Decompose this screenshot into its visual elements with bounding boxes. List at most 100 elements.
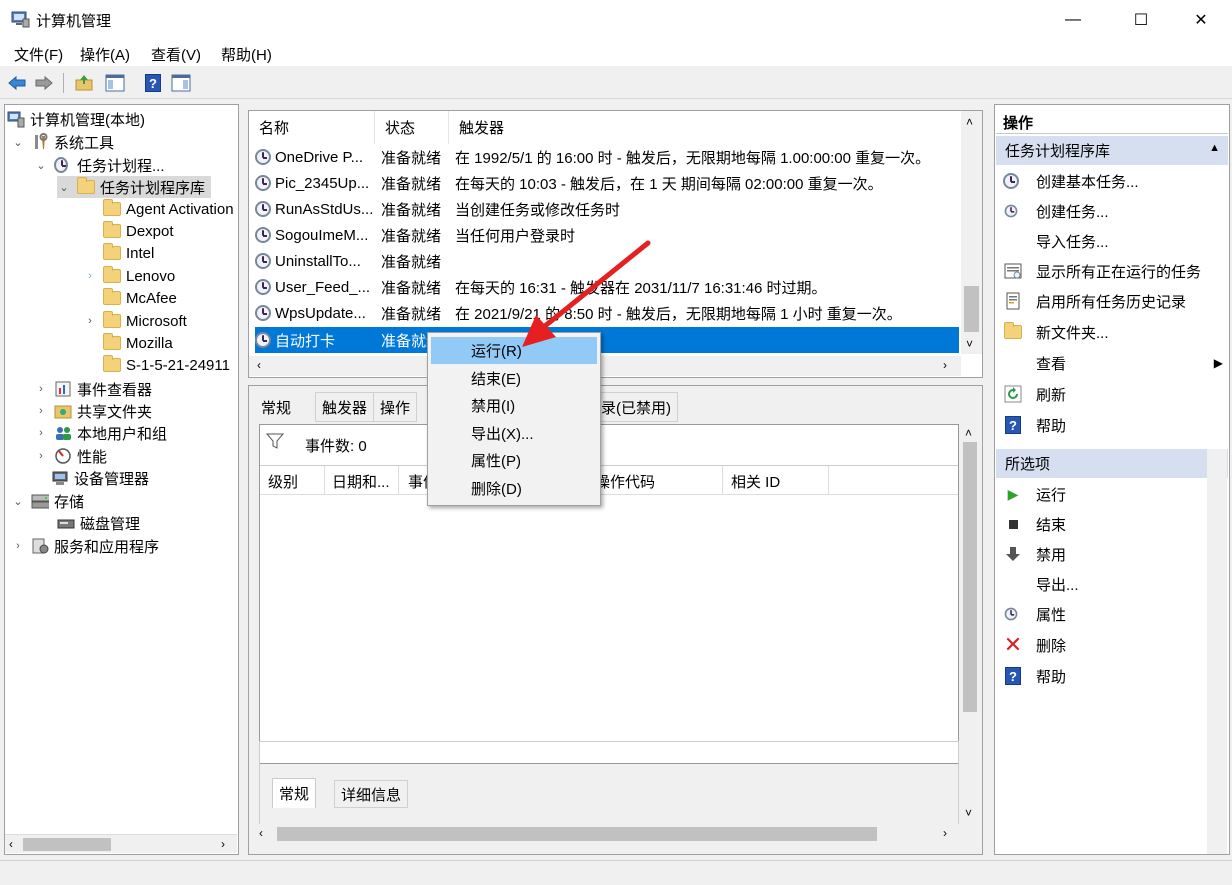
tree-item-services-apps[interactable]: › 服务和应用程序: [11, 535, 159, 557]
scroll-left-icon[interactable]: ‹: [259, 826, 263, 840]
tree-item-task-library[interactable]: ⌄ 任务计划程序库: [57, 176, 212, 198]
detail-vertical-scrollbar[interactable]: ˄ ˅: [959, 424, 981, 824]
context-menu-export[interactable]: 导出(X)...: [431, 420, 597, 447]
action-view[interactable]: 查看 ▶: [1003, 349, 1223, 377]
chevron-right-icon[interactable]: ›: [34, 405, 48, 417]
tree-item-device-manager[interactable]: 设备管理器: [51, 467, 149, 489]
chevron-right-icon[interactable]: ›: [83, 315, 97, 327]
maximize-button[interactable]: ☐: [1118, 0, 1164, 40]
chevron-down-icon[interactable]: ⌄: [34, 159, 48, 172]
menu-file[interactable]: 文件(F): [14, 44, 63, 65]
action-help[interactable]: ? 帮助: [1003, 411, 1066, 439]
tree-item-root[interactable]: 计算机管理(本地): [7, 108, 145, 130]
chevron-right-icon[interactable]: ›: [34, 427, 48, 439]
action-properties[interactable]: 属性: [1003, 600, 1066, 628]
column-header-status[interactable]: 状态: [375, 111, 449, 144]
menu-view[interactable]: 查看(V): [151, 44, 201, 65]
action-show-running-tasks[interactable]: 显示所有正在运行的任务: [1003, 257, 1201, 285]
chevron-down-icon[interactable]: ⌄: [11, 495, 25, 508]
action-group-task-library[interactable]: 任务计划程序库 ▲: [996, 136, 1228, 165]
action-new-folder[interactable]: 新文件夹...: [1003, 318, 1109, 346]
action-group-selected-item[interactable]: 所选项 ▲: [996, 449, 1228, 478]
scroll-right-icon[interactable]: ›: [943, 826, 947, 840]
action-create-task[interactable]: 创建任务...: [1003, 197, 1109, 225]
action-create-basic-task[interactable]: 创建基本任务...: [1003, 167, 1139, 195]
up-folder-icon[interactable]: [73, 72, 95, 94]
column-header-date[interactable]: 日期和...: [324, 466, 390, 494]
tab-triggers[interactable]: 触发器: [315, 392, 375, 422]
scroll-up-icon[interactable]: ˄: [965, 426, 972, 440]
action-import-task[interactable]: 导入任务...: [1003, 227, 1109, 255]
column-header-correlation-id[interactable]: 相关 ID: [722, 466, 780, 494]
close-button[interactable]: ✕: [1178, 0, 1224, 40]
chevron-right-icon[interactable]: ›: [34, 450, 48, 462]
chevron-down-icon[interactable]: ⌄: [11, 136, 25, 149]
show-hide-tree-icon[interactable]: [104, 72, 126, 94]
tree-folder-item[interactable]: Mozilla: [103, 332, 173, 354]
context-menu-end[interactable]: 结束(E): [431, 365, 597, 392]
table-row[interactable]: Pic_2345Up... 准备就绪 在每天的 10:03 - 触发后，在 1 天 …: [255, 170, 883, 196]
tree-item-event-viewer[interactable]: › 事件查看器: [34, 378, 152, 400]
table-row[interactable]: UninstallTo... 准备就绪: [255, 248, 455, 274]
scrollbar-thumb[interactable]: [23, 838, 111, 851]
action-run[interactable]: ▶ 运行: [1003, 480, 1066, 508]
tree-folder-item[interactable]: Intel: [103, 242, 154, 264]
chevron-right-icon[interactable]: ›: [83, 270, 97, 282]
chevron-down-icon[interactable]: ⌄: [57, 181, 71, 194]
action-export[interactable]: 导出...: [1003, 570, 1079, 598]
scrollbar-track[interactable]: [1209, 453, 1225, 853]
context-menu-delete[interactable]: 删除(D): [431, 475, 597, 502]
table-row[interactable]: OneDrive P... 准备就绪在 1992/5/1 的 16:00 时 - …: [255, 144, 930, 170]
tab-general[interactable]: 常规: [255, 392, 298, 422]
tree-item-performance[interactable]: › 性能: [34, 445, 107, 467]
column-header-name[interactable]: 名称: [249, 111, 375, 144]
detail-horizontal-scrollbar[interactable]: ‹ ›: [253, 824, 959, 844]
back-arrow-icon[interactable]: [6, 72, 28, 94]
scroll-up-icon[interactable]: ˄: [966, 115, 973, 129]
chevron-right-icon[interactable]: ›: [11, 540, 25, 552]
column-header-trigger[interactable]: 触发器: [449, 111, 959, 144]
action-refresh[interactable]: 刷新: [1003, 380, 1066, 408]
tab-details[interactable]: 详细信息: [334, 780, 409, 808]
tree-folder-item[interactable]: Agent Activation: [103, 198, 234, 220]
scrollbar-thumb[interactable]: [277, 827, 877, 841]
collapse-up-icon[interactable]: ▲: [1209, 142, 1220, 154]
tree-horizontal-scrollbar[interactable]: ‹ ›: [5, 834, 237, 853]
tree-folder-item[interactable]: › Microsoft: [83, 310, 187, 332]
tree-folder-item[interactable]: S-1-5-21-24911: [103, 354, 230, 376]
action-disable[interactable]: 禁用: [1003, 540, 1066, 568]
tree-item-disk-management[interactable]: 磁盘管理: [57, 512, 140, 534]
task-list-vertical-scrollbar[interactable]: ˄ ˅: [961, 111, 982, 354]
menu-action[interactable]: 操作(A): [80, 44, 130, 65]
minimize-button[interactable]: —: [1050, 0, 1096, 40]
menu-help[interactable]: 帮助(H): [221, 44, 272, 65]
tree-item-shared-folders[interactable]: › 共享文件夹: [34, 400, 152, 422]
action-pane-icon[interactable]: [170, 72, 192, 94]
tree-item-task-scheduler[interactable]: ⌄ 任务计划程...: [34, 154, 165, 176]
tree-item-storage[interactable]: ⌄ 存储: [11, 490, 84, 512]
tab-general-lower[interactable]: 常规: [272, 778, 317, 808]
scroll-left-icon[interactable]: ‹: [9, 837, 13, 851]
chevron-right-icon[interactable]: ›: [34, 383, 48, 395]
action-end[interactable]: 结束: [1003, 510, 1066, 538]
tree-item-local-users[interactable]: › 本地用户和组: [34, 422, 167, 444]
tree-item-system-tools[interactable]: ⌄ 系统工具: [11, 131, 114, 153]
help-icon[interactable]: ?: [142, 72, 164, 94]
action-delete[interactable]: ✕ 删除: [1003, 631, 1066, 659]
scroll-left-icon[interactable]: ‹: [257, 358, 261, 372]
actions-vertical-scrollbar[interactable]: [1207, 449, 1227, 854]
scrollbar-thumb[interactable]: [963, 442, 977, 712]
context-menu-properties[interactable]: 属性(P): [431, 447, 597, 474]
action-enable-history[interactable]: 启用所有任务历史记录: [1003, 287, 1186, 315]
table-row[interactable]: RunAsStdUs... 准备就绪 当创建任务或修改任务时: [255, 196, 620, 222]
scroll-right-icon[interactable]: ›: [221, 837, 225, 851]
action-help-selected[interactable]: ? 帮助: [1003, 662, 1066, 690]
tree-folder-item[interactable]: › Lenovo: [83, 265, 175, 287]
context-menu-disable[interactable]: 禁用(I): [431, 392, 597, 419]
column-header-level[interactable]: 级别: [268, 471, 298, 492]
forward-arrow-icon[interactable]: [33, 72, 55, 94]
scroll-down-icon[interactable]: ˅: [965, 806, 972, 820]
tree-folder-item[interactable]: McAfee: [103, 287, 177, 309]
tree-folder-item[interactable]: Dexpot: [103, 220, 174, 242]
filter-icon[interactable]: [265, 433, 285, 453]
